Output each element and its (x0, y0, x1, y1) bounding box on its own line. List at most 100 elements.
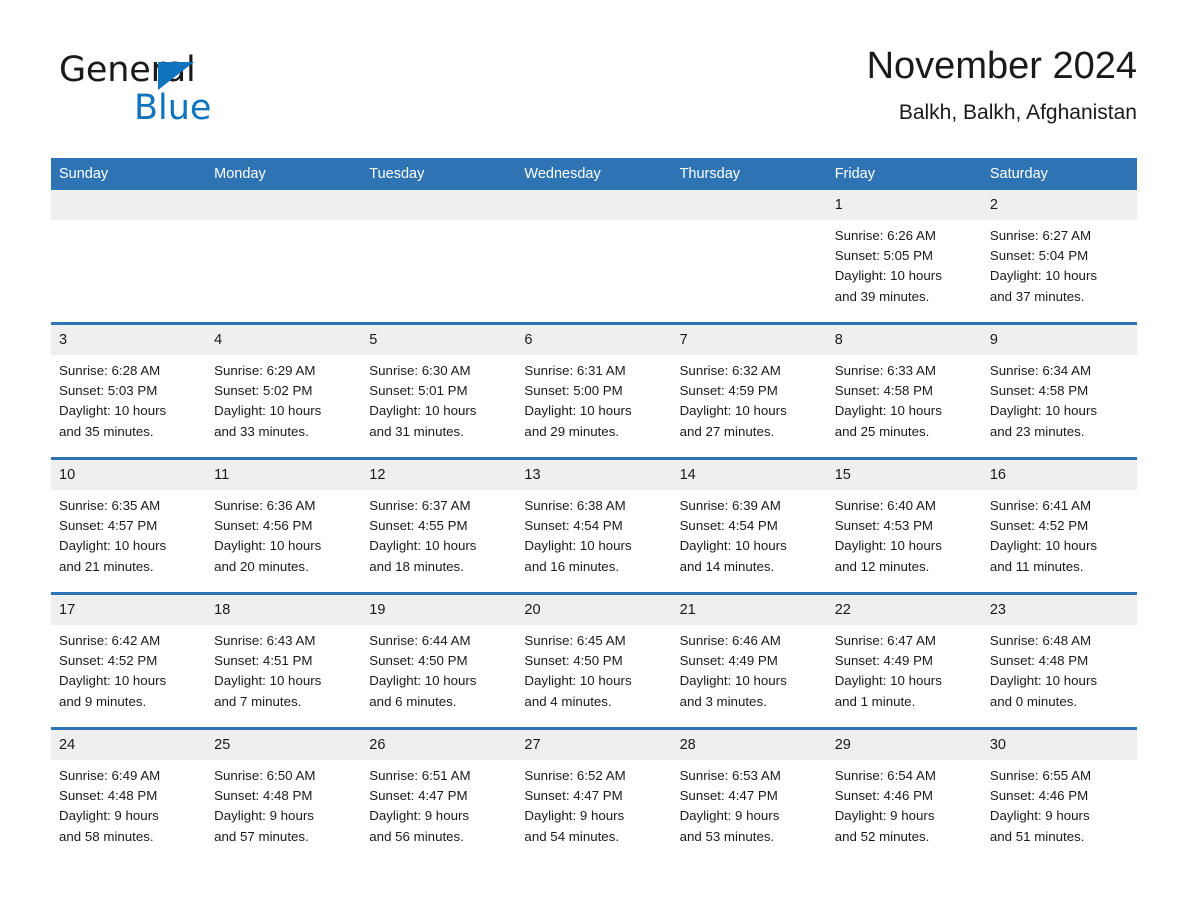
calendar-empty-cell (51, 190, 207, 324)
day-detail-line: Sunset: 4:49 PM (679, 653, 778, 669)
day-number: 15 (826, 460, 982, 490)
day-detail-line: Daylight: 10 hours (834, 673, 942, 689)
day-cell-inner: 20 Sunrise: 6:45 AM Sunset: 4:50 PM Dayligh… (516, 595, 672, 727)
calendar-day-cell[interactable]: 12 Sunrise: 6:37 AM Sunset: 4:55 PM Dayligh… (361, 457, 517, 594)
calendar-empty-cell (516, 190, 672, 324)
day-cell-inner: 14 Sunrise: 6:39 AM Sunset: 4:54 PM Dayligh… (671, 460, 827, 592)
day-detail-line: Daylight: 10 hours (214, 673, 322, 689)
calendar-day-cell[interactable]: 10 Sunrise: 6:35 AM Sunset: 4:57 PM Dayligh… (51, 457, 207, 594)
day-number: 12 (361, 460, 517, 490)
day-cell-inner: 23 Sunrise: 6:48 AM Sunset: 4:48 PM Dayligh… (981, 595, 1137, 727)
day-detail-line: and 27 minutes. (679, 423, 775, 439)
calendar-week-row: 24 Sunrise: 6:49 AM Sunset: 4:48 PM Dayligh… (51, 727, 1137, 862)
calendar-day-cell[interactable]: 8 Sunrise: 6:33 AM Sunset: 4:58 PM Daylight… (826, 322, 982, 459)
calendar-day-cell[interactable]: 24 Sunrise: 6:49 AM Sunset: 4:48 PM Dayligh… (51, 727, 207, 862)
day-detail-line: Daylight: 10 hours (214, 538, 322, 554)
calendar-empty-cell (361, 190, 517, 324)
day-cell-inner (361, 190, 517, 322)
day-detail-line: Sunrise: 6:41 AM (989, 498, 1092, 513)
day-number: 3 (51, 325, 207, 355)
day-detail-line: Sunrise: 6:45 AM (524, 633, 626, 648)
day-number: 2 (981, 190, 1137, 220)
calendar-day-cell[interactable]: 1 Sunrise: 6:26 AM Sunset: 5:05 PM Daylight… (826, 190, 982, 324)
day-details: Sunrise: 6:39 AM Sunset: 4:54 PM Daylight:… (672, 490, 827, 577)
day-detail-line: Sunrise: 6:37 AM (369, 498, 471, 513)
day-cell-inner: 26 Sunrise: 6:51 AM Sunset: 4:47 PM Dayligh… (361, 730, 517, 862)
day-detail-line: and 11 minutes. (989, 558, 1084, 574)
day-detail-line: and 14 minutes. (679, 558, 775, 574)
calendar-day-cell[interactable]: 26 Sunrise: 6:51 AM Sunset: 4:47 PM Dayligh… (361, 727, 517, 862)
day-detail-line: and 35 minutes. (59, 423, 154, 439)
day-number: 24 (51, 730, 207, 760)
day-detail-line: Sunset: 4:48 PM (59, 788, 158, 804)
day-detail-line: Daylight: 10 hours (989, 268, 1098, 284)
calendar-day-cell[interactable]: 9 Sunrise: 6:34 AM Sunset: 4:58 PM Daylight… (981, 322, 1137, 459)
calendar-day-cell[interactable]: 19 Sunrise: 6:44 AM Sunset: 4:50 PM Dayligh… (361, 592, 517, 729)
day-detail-line: and 16 minutes. (524, 558, 620, 574)
calendar-day-cell[interactable]: 17 Sunrise: 6:42 AM Sunset: 4:52 PM Dayligh… (51, 592, 207, 729)
day-number: 17 (51, 595, 207, 625)
calendar-day-cell[interactable]: 14 Sunrise: 6:39 AM Sunset: 4:54 PM Dayligh… (671, 457, 827, 594)
general-blue-logo[interactable]: General Blue (59, 50, 319, 136)
day-detail-line: Sunrise: 6:28 AM (59, 363, 161, 378)
day-detail-line: Sunrise: 6:39 AM (679, 498, 781, 513)
calendar-day-cell[interactable]: 30 Sunrise: 6:55 AM Sunset: 4:46 PM Dayligh… (981, 727, 1137, 862)
day-detail-line: Daylight: 9 hours (59, 808, 159, 824)
calendar-day-cell[interactable]: 15 Sunrise: 6:40 AM Sunset: 4:53 PM Dayligh… (826, 457, 982, 594)
day-detail-line: Sunset: 4:58 PM (834, 383, 934, 399)
day-detail-line: and 18 minutes. (369, 558, 464, 574)
calendar-day-cell[interactable]: 6 Sunrise: 6:31 AM Sunset: 5:00 PM Daylight… (516, 322, 672, 459)
day-details (672, 220, 827, 226)
day-number: 14 (671, 460, 827, 490)
day-detail-line: and 3 minutes. (679, 693, 767, 709)
logo-text-blue: Blue (134, 88, 212, 128)
day-details: Sunrise: 6:26 AM Sunset: 5:05 PM Daylight:… (827, 220, 982, 307)
calendar-day-cell[interactable]: 27 Sunrise: 6:52 AM Sunset: 4:47 PM Dayligh… (516, 727, 672, 862)
day-detail-line: Sunset: 4:48 PM (989, 653, 1089, 669)
day-detail-line: and 57 minutes. (214, 828, 309, 844)
calendar-day-cell[interactable]: 11 Sunrise: 6:36 AM Sunset: 4:56 PM Dayligh… (206, 457, 362, 594)
calendar-day-cell[interactable]: 25 Sunrise: 6:50 AM Sunset: 4:48 PM Dayligh… (206, 727, 362, 862)
calendar-day-cell[interactable]: 29 Sunrise: 6:54 AM Sunset: 4:46 PM Dayligh… (826, 727, 982, 862)
day-cell-inner: 30 Sunrise: 6:55 AM Sunset: 4:46 PM Dayligh… (981, 730, 1137, 862)
calendar-day-cell[interactable]: 22 Sunrise: 6:47 AM Sunset: 4:49 PM Dayligh… (826, 592, 982, 729)
day-detail-line: Daylight: 10 hours (214, 403, 322, 419)
day-detail-line: and 20 minutes. (214, 558, 309, 574)
day-detail-line: Daylight: 10 hours (834, 538, 942, 554)
day-detail-line: Daylight: 10 hours (59, 403, 167, 419)
calendar-day-cell[interactable]: 28 Sunrise: 6:53 AM Sunset: 4:47 PM Dayligh… (671, 727, 827, 862)
day-cell-inner: 29 Sunrise: 6:54 AM Sunset: 4:46 PM Dayligh… (826, 730, 982, 862)
calendar-day-cell[interactable]: 4 Sunrise: 6:29 AM Sunset: 5:02 PM Daylight… (206, 322, 362, 459)
calendar-day-cell[interactable]: 2 Sunrise: 6:27 AM Sunset: 5:04 PM Daylight… (981, 190, 1137, 324)
day-detail-line: Sunset: 5:04 PM (989, 248, 1089, 264)
calendar-day-cell[interactable]: 16 Sunrise: 6:41 AM Sunset: 4:52 PM Dayligh… (981, 457, 1137, 594)
calendar-day-cell[interactable]: 13 Sunrise: 6:38 AM Sunset: 4:54 PM Dayligh… (516, 457, 672, 594)
day-number: 26 (361, 730, 517, 760)
calendar-day-cell[interactable]: 18 Sunrise: 6:43 AM Sunset: 4:51 PM Dayligh… (206, 592, 362, 729)
day-cell-inner: 27 Sunrise: 6:52 AM Sunset: 4:47 PM Dayligh… (516, 730, 672, 862)
day-detail-line: Daylight: 10 hours (679, 403, 787, 419)
day-cell-inner: 13 Sunrise: 6:38 AM Sunset: 4:54 PM Dayligh… (516, 460, 672, 592)
calendar-day-cell[interactable]: 7 Sunrise: 6:32 AM Sunset: 4:59 PM Daylight… (671, 322, 827, 459)
calendar-day-cell[interactable]: 3 Sunrise: 6:28 AM Sunset: 5:03 PM Daylight… (51, 322, 207, 459)
day-detail-line: Sunset: 4:57 PM (59, 518, 158, 534)
day-number: 19 (361, 595, 517, 625)
day-detail-line: Sunset: 4:46 PM (989, 788, 1089, 804)
day-number: 9 (981, 325, 1137, 355)
day-number: 7 (671, 325, 827, 355)
calendar-day-cell[interactable]: 20 Sunrise: 6:45 AM Sunset: 4:50 PM Dayligh… (516, 592, 672, 729)
day-details: Sunrise: 6:36 AM Sunset: 4:56 PM Daylight:… (206, 490, 361, 577)
calendar-day-cell[interactable]: 21 Sunrise: 6:46 AM Sunset: 4:49 PM Dayligh… (671, 592, 827, 729)
calendar-day-cell[interactable]: 5 Sunrise: 6:30 AM Sunset: 5:01 PM Daylight… (361, 322, 517, 459)
calendar-day-cell[interactable]: 23 Sunrise: 6:48 AM Sunset: 4:48 PM Dayligh… (981, 592, 1137, 729)
day-detail-line: Daylight: 9 hours (834, 808, 935, 824)
day-cell-inner: 17 Sunrise: 6:42 AM Sunset: 4:52 PM Dayligh… (51, 595, 207, 727)
day-details (51, 220, 206, 226)
day-details: Sunrise: 6:44 AM Sunset: 4:50 PM Daylight:… (361, 625, 516, 712)
day-detail-line: Sunrise: 6:49 AM (59, 768, 161, 783)
day-detail-line: Sunrise: 6:33 AM (834, 363, 936, 378)
day-detail-line: and 21 minutes. (59, 558, 154, 574)
calendar-table: Sunday Monday Tuesday Wednesday Thursday Frid… (51, 158, 1137, 862)
calendar-week-row: 1 Sunrise: 6:26 AM Sunset: 5:05 PM Daylight… (51, 190, 1137, 324)
day-number: 27 (516, 730, 672, 760)
